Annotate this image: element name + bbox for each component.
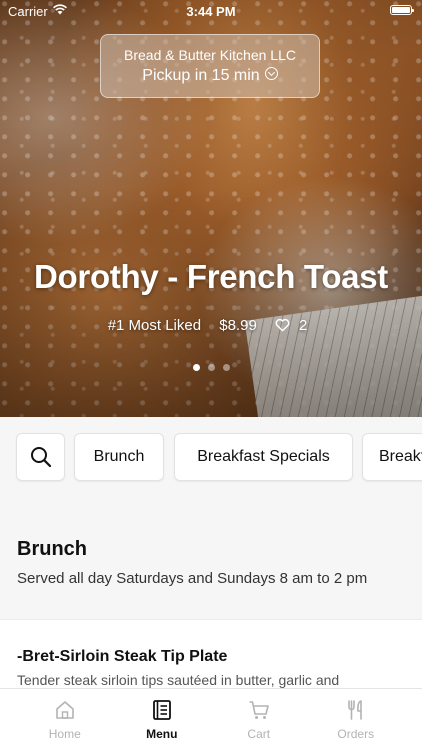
pickup-selector[interactable]: Bread & Butter Kitchen LLC Pickup in 15 … xyxy=(100,34,320,98)
tab-bar: Home Menu Cart Orders xyxy=(0,688,422,751)
tab-home[interactable]: Home xyxy=(12,689,118,751)
fork-knife-icon xyxy=(348,700,362,720)
battery-icon xyxy=(390,5,414,15)
likes-counter[interactable]: 2 xyxy=(275,316,314,334)
tab-label: Home xyxy=(48,727,81,741)
featured-item-meta: #1 Most Liked $8.99 2 xyxy=(0,316,422,334)
category-chip-brunch[interactable]: Brunch xyxy=(74,433,164,481)
clock: 3:44 PM xyxy=(186,4,236,19)
search-icon xyxy=(31,447,52,468)
tab-menu[interactable]: Menu xyxy=(109,689,215,751)
menu-item-description: Tender steak sirloin tips sautéed in but… xyxy=(17,672,340,688)
category-bar: Brunch Breakfast Specials Breakfast xyxy=(0,417,422,501)
carousel-dot[interactable] xyxy=(192,364,200,371)
tab-orders[interactable]: Orders xyxy=(303,689,409,751)
category-chip-breakfast[interactable]: Breakfast xyxy=(362,433,422,481)
cart-icon xyxy=(249,701,269,719)
most-liked-badge: #1 Most Liked xyxy=(107,316,202,334)
section-title: Brunch xyxy=(17,538,87,560)
carousel-dot[interactable] xyxy=(222,364,230,371)
chevron-down-icon xyxy=(264,67,278,81)
menu-item-name: -Bret-Sirloin Steak Tip Plate xyxy=(17,648,228,665)
pickup-time: Pickup in 15 min xyxy=(142,67,260,84)
home-icon xyxy=(56,701,74,719)
status-bar: Carrier 3:44 PM xyxy=(0,0,422,22)
carousel-dot[interactable] xyxy=(207,364,215,371)
heart-icon xyxy=(275,319,290,332)
tab-label: Orders xyxy=(337,727,375,741)
carousel-indicator xyxy=(0,358,422,376)
search-button[interactable] xyxy=(16,433,65,481)
section-description: Served all day Saturdays and Sundays 8 a… xyxy=(17,570,368,587)
menu-section-brunch: Brunch Served all day Saturdays and Sund… xyxy=(0,517,422,619)
hero-banner[interactable]: Carrier 3:44 PM Bread & Butter Kitchen L… xyxy=(0,0,422,417)
tab-label: Cart xyxy=(247,727,271,741)
featured-item-title: Dorothy - French Toast xyxy=(34,258,388,295)
likes-count: 2 xyxy=(298,316,308,334)
menu-book-icon xyxy=(153,700,171,720)
restaurant-name: Bread & Butter Kitchen LLC xyxy=(124,47,296,63)
tab-cart[interactable]: Cart xyxy=(206,689,312,751)
pickup-time-row: Pickup in 15 min xyxy=(101,67,319,85)
category-chip-breakfast-specials[interactable]: Breakfast Specials xyxy=(174,433,353,481)
tab-label: Menu xyxy=(146,727,178,741)
featured-item-price: $8.99 xyxy=(219,316,257,334)
